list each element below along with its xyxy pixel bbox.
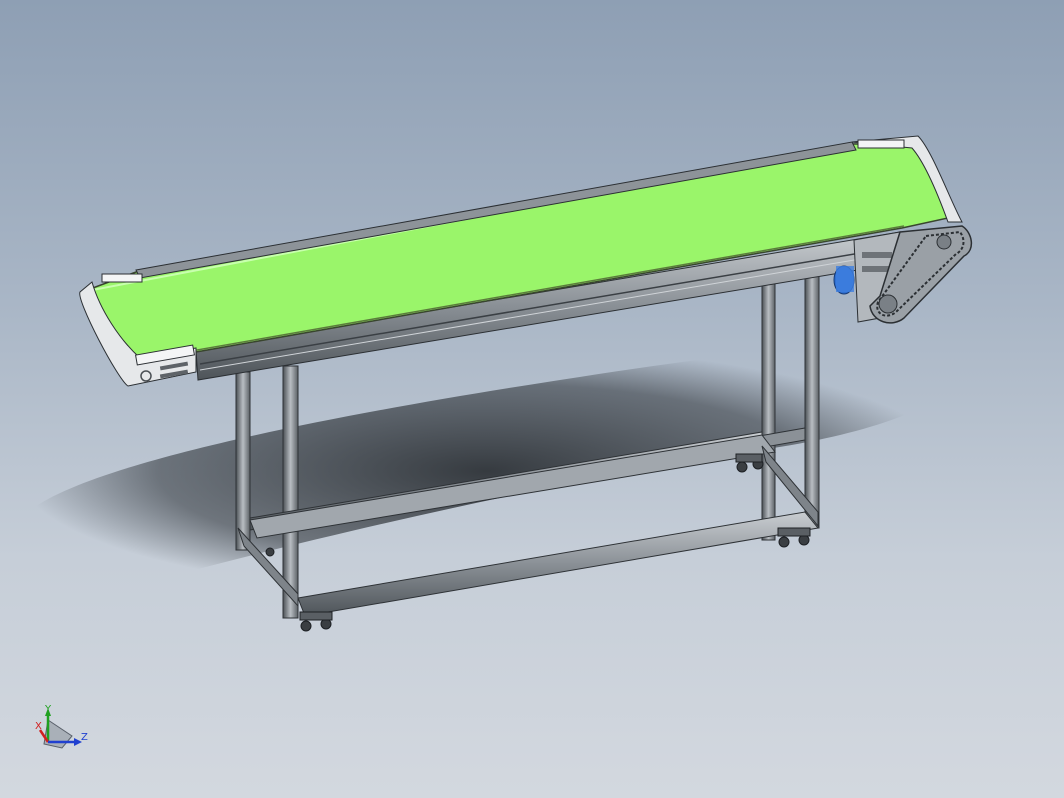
x-axis-label: X: [35, 721, 42, 732]
leg-back-left: [235, 371, 251, 551]
y-axis-label: Y: [44, 704, 52, 715]
drive-motor: [833, 225, 973, 324]
leg-front-right: [804, 273, 820, 529]
leg-back-right: [761, 279, 776, 541]
graphics-viewport[interactable]: Y X Z: [0, 0, 1064, 798]
axis-triad: Y X Z: [35, 704, 88, 749]
z-axis-label: Z: [81, 732, 88, 743]
cad-model-view[interactable]: Y X Z: [0, 0, 1064, 798]
rail-lower-front: [297, 511, 819, 617]
